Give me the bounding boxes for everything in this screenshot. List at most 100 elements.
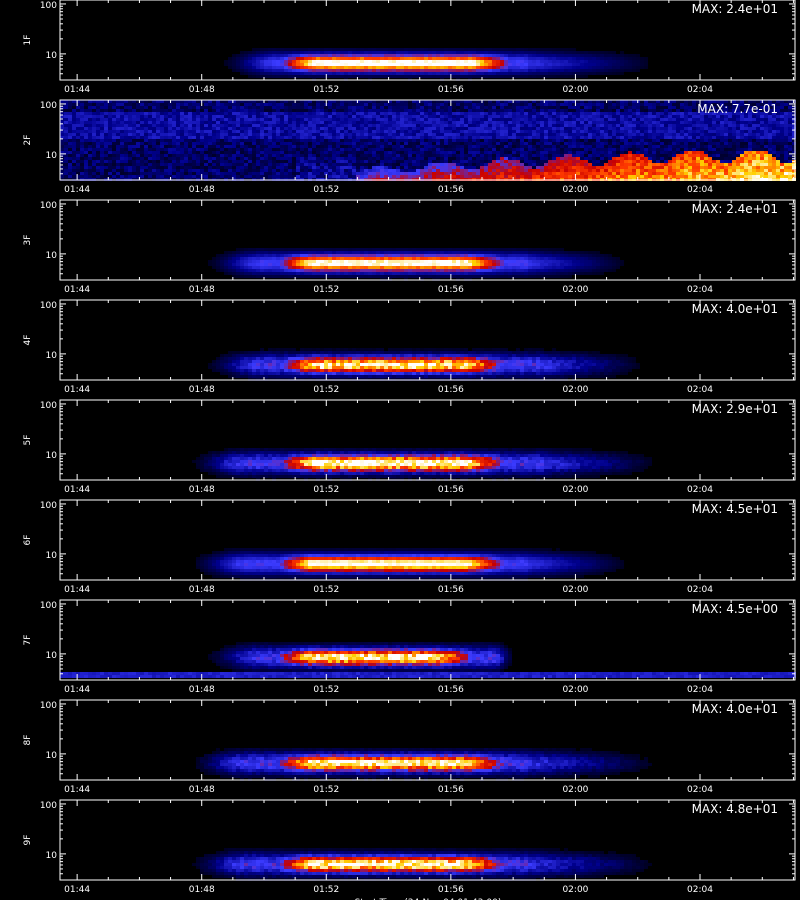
heatmap-cell	[152, 163, 156, 166]
heatmap-cell	[440, 172, 444, 175]
heatmap-cell	[412, 63, 416, 66]
heatmap-cell	[188, 166, 192, 169]
heatmap-cell	[332, 60, 336, 63]
heatmap-cell	[544, 106, 548, 109]
heatmap-cell	[604, 157, 608, 160]
heatmap-cell	[164, 172, 168, 175]
heatmap-cell	[400, 66, 404, 69]
heatmap-cell	[252, 63, 256, 66]
heatmap-cell	[240, 124, 244, 127]
heatmap-cell	[568, 48, 572, 51]
heatmap-cell	[320, 63, 324, 66]
heatmap-cell	[164, 121, 168, 124]
heatmap-cell	[220, 157, 224, 160]
heatmap-cell	[352, 60, 356, 63]
heatmap-cell	[216, 169, 220, 172]
heatmap-cell	[80, 136, 84, 139]
heatmap-cell	[200, 148, 204, 151]
heatmap-cell	[196, 124, 200, 127]
heatmap-cell	[508, 124, 512, 127]
heatmap-cell	[548, 72, 552, 75]
heatmap-cell	[588, 163, 592, 166]
heatmap-cell	[552, 75, 556, 78]
heatmap-cell	[404, 106, 408, 109]
heatmap-cell	[380, 103, 384, 106]
heatmap-cell	[604, 106, 608, 109]
heatmap-cell	[236, 115, 240, 118]
heatmap-cell	[176, 142, 180, 145]
heatmap-cell	[380, 160, 384, 163]
heatmap-cell	[76, 160, 80, 163]
heatmap-cell	[368, 115, 372, 118]
heatmap-cell	[536, 169, 540, 172]
heatmap-cell	[256, 160, 260, 163]
heatmap-cell	[356, 148, 360, 151]
heatmap-cell	[488, 54, 492, 57]
heatmap-cell	[440, 103, 444, 106]
heatmap-cell	[248, 160, 252, 163]
heatmap-cell	[580, 109, 584, 112]
heatmap-cell	[456, 151, 460, 154]
heatmap-cell	[388, 127, 392, 130]
heatmap-cell	[632, 115, 636, 118]
heatmap-cell	[344, 133, 348, 136]
heatmap-cell	[132, 127, 136, 130]
heatmap-cell	[248, 136, 252, 139]
heatmap-cell	[432, 66, 436, 69]
heatmap-cell	[400, 142, 404, 145]
heatmap-cell	[260, 109, 264, 112]
heatmap-cell	[68, 109, 72, 112]
heatmap-cell	[460, 48, 464, 51]
heatmap-cell	[96, 139, 100, 142]
heatmap-cell	[332, 175, 336, 178]
heatmap-cell	[244, 145, 248, 148]
heatmap-cell	[476, 72, 480, 75]
heatmap-cell	[436, 48, 440, 51]
heatmap-cell	[164, 154, 168, 157]
heatmap-cell	[520, 172, 524, 175]
heatmap-cell	[180, 106, 184, 109]
heatmap-cell	[592, 157, 596, 160]
heatmap-cell	[424, 145, 428, 148]
heatmap-cell	[448, 142, 452, 145]
heatmap-cell	[280, 72, 284, 75]
heatmap-cell	[564, 136, 568, 139]
heatmap-cell	[596, 60, 600, 63]
heatmap-cell	[568, 57, 572, 60]
heatmap-cell	[416, 130, 420, 133]
heatmap-cell	[440, 160, 444, 163]
heatmap-cell	[544, 63, 548, 66]
heatmap-cell	[624, 112, 628, 115]
heatmap-cell	[340, 115, 344, 118]
heatmap-cell	[156, 127, 160, 130]
heatmap-cell	[144, 169, 148, 172]
heatmap-cell	[228, 169, 232, 172]
heatmap-cell	[576, 72, 580, 75]
heatmap-cell	[592, 142, 596, 145]
heatmap-cell	[428, 63, 432, 66]
heatmap-cell	[84, 124, 88, 127]
heatmap-cell	[612, 145, 616, 148]
heatmap-cell	[116, 154, 120, 157]
heatmap-cell	[596, 130, 600, 133]
heatmap-cell	[488, 103, 492, 106]
heatmap-cell	[80, 154, 84, 157]
heatmap-cell	[168, 139, 172, 142]
heatmap-cell	[408, 124, 412, 127]
heatmap-cell	[88, 103, 92, 106]
heatmap-cell	[320, 169, 324, 172]
heatmap-cell	[296, 54, 300, 57]
heatmap-cell	[400, 151, 404, 154]
heatmap-cell	[224, 136, 228, 139]
heatmap-cell	[164, 157, 168, 160]
heatmap-cell	[264, 145, 268, 148]
heatmap-cell	[604, 154, 608, 157]
heatmap-cell	[112, 169, 116, 172]
heatmap-cell	[476, 148, 480, 151]
heatmap-cell	[396, 139, 400, 142]
heatmap-cell	[576, 157, 580, 160]
heatmap-cell	[104, 142, 108, 145]
heatmap-cell	[448, 154, 452, 157]
heatmap-cell	[592, 115, 596, 118]
heatmap-cell	[516, 172, 520, 175]
